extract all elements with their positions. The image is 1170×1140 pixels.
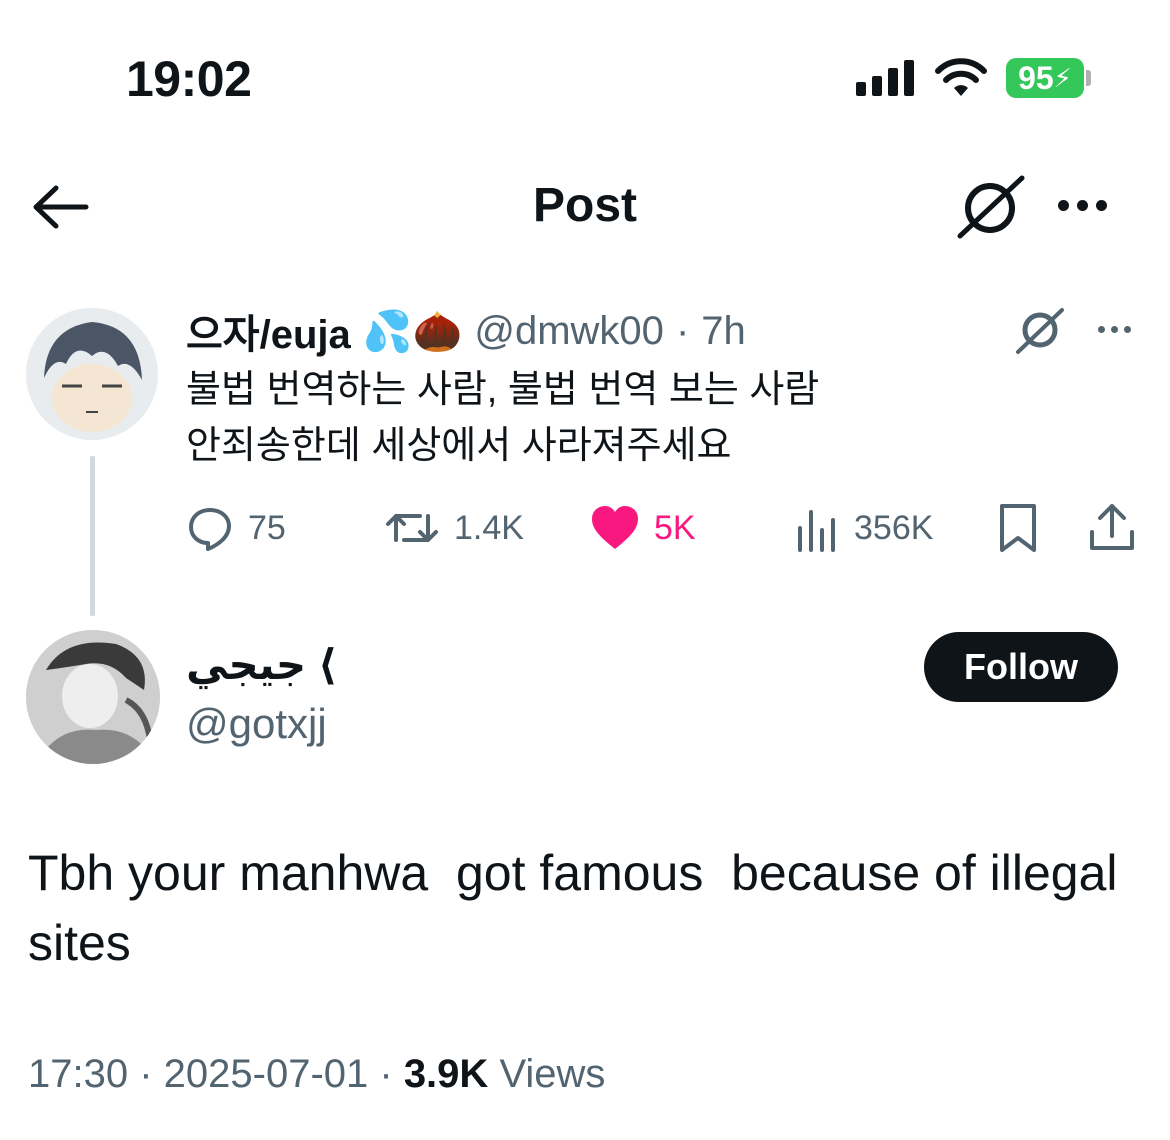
tweet-text-line: 안죄송한데 세상에서 사라져주세요 xyxy=(186,425,732,467)
like-button[interactable]: 5K xyxy=(590,500,696,556)
bookmark-icon xyxy=(1000,504,1036,552)
follow-button[interactable]: Follow xyxy=(924,632,1118,702)
more-icon[interactable] xyxy=(1058,200,1107,211)
grok-icon[interactable] xyxy=(1014,306,1068,361)
thread-line xyxy=(90,456,95,616)
views-icon xyxy=(798,510,835,552)
post-text: Tbh your manhwa got famous because of il… xyxy=(28,845,1132,971)
post-meta: 17:30 · 2025-07-01 · 3.9K Views xyxy=(28,1052,606,1096)
battery-icon: 95 ⚡ xyxy=(1006,58,1084,98)
display-name[interactable]: 으자/euja xyxy=(186,302,351,360)
battery-level: 95 xyxy=(1018,59,1054,96)
tweet-text: 불법 번역하는 사람, 불법 번역 보는 사람 안죄송한데 세상에서 사라져주세… xyxy=(186,362,819,474)
emoji-badges: 💦🌰 xyxy=(362,309,463,354)
grok-icon[interactable] xyxy=(954,172,1028,247)
status-time: 19:02 xyxy=(126,51,252,107)
avatar[interactable] xyxy=(26,308,158,440)
views-count: 356K xyxy=(854,508,934,547)
reply-icon xyxy=(189,508,231,551)
reply-button[interactable]: 75 xyxy=(186,500,286,556)
post-time: 17:30 xyxy=(28,1052,129,1096)
avatar[interactable] xyxy=(26,630,160,764)
share-icon xyxy=(1090,504,1134,550)
wifi-icon xyxy=(934,58,988,103)
share-button[interactable] xyxy=(1088,500,1136,556)
separator-dot: · xyxy=(675,308,690,353)
repost-icon xyxy=(386,514,438,542)
like-count: 5K xyxy=(654,508,696,547)
heart-icon xyxy=(592,506,638,549)
display-name[interactable]: جيجي ⟨ xyxy=(186,640,337,689)
views-label: Views xyxy=(499,1052,606,1096)
repost-count: 1.4K xyxy=(454,508,524,547)
bookmark-button[interactable] xyxy=(996,500,1040,556)
tweet-text-line: 불법 번역하는 사람, 불법 번역 보는 사람 xyxy=(186,369,820,411)
repost-button[interactable]: 1.4K xyxy=(384,500,524,556)
user-handle[interactable]: @dmwk00 xyxy=(474,309,664,354)
views-count[interactable]: 3.9K xyxy=(404,1052,489,1096)
post-date: 2025-07-01 xyxy=(163,1052,369,1096)
user-handle[interactable]: @gotxjj xyxy=(186,700,327,748)
cellular-signal-icon xyxy=(856,60,914,96)
views-button[interactable]: 356K xyxy=(796,500,933,556)
reply-count: 75 xyxy=(248,508,286,547)
battery-cap xyxy=(1086,70,1091,86)
quoted-name-row: 으자/euja 💦🌰 @dmwk00 · 7h xyxy=(186,302,746,360)
post-time[interactable]: 7h xyxy=(701,309,746,354)
more-icon[interactable] xyxy=(1098,326,1131,333)
